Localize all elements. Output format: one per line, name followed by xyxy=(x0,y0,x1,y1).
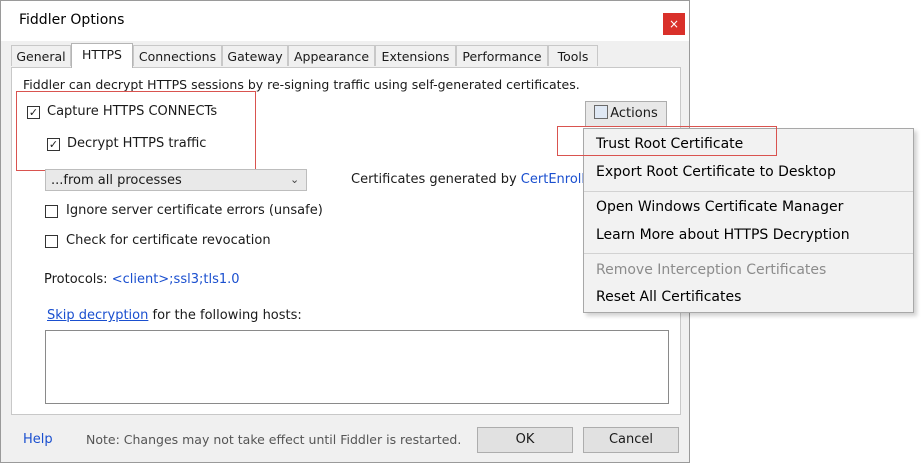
menu-item-export-root[interactable]: Export Root Certificate to Desktop xyxy=(596,164,836,180)
restart-note: Note: Changes may not take effect until … xyxy=(86,432,462,447)
process-filter-dropdown[interactable]: ...from all processes ⌄ xyxy=(45,169,307,191)
highlight-box-checkboxes xyxy=(16,91,256,171)
tab-performance[interactable]: Performance xyxy=(456,45,548,66)
certificate-icon xyxy=(594,105,609,119)
highlight-box-trust-root xyxy=(557,126,777,156)
menu-item-open-cert-manager[interactable]: Open Windows Certificate Manager xyxy=(596,199,843,215)
skip-hosts-textarea[interactable] xyxy=(45,330,669,404)
https-intro-text: Fiddler can decrypt HTTPS sessions by re… xyxy=(23,77,580,92)
help-link[interactable]: Help xyxy=(23,432,53,447)
tab-gateway[interactable]: Gateway xyxy=(222,45,288,66)
ok-button[interactable]: OK xyxy=(477,427,573,453)
menu-item-learn-more[interactable]: Learn More about HTTPS Decryption xyxy=(596,227,850,243)
tab-https[interactable]: HTTPS xyxy=(71,43,133,68)
tab-strip: General HTTPS Connections Gateway Appear… xyxy=(11,43,681,68)
menu-item-remove-interception: Remove Interception Certificates xyxy=(596,262,827,278)
actions-button[interactable]: Actions xyxy=(585,101,667,127)
chevron-down-icon: ⌄ xyxy=(290,173,300,186)
protocols-link[interactable]: <client>;ssl3;tls1.0 xyxy=(112,272,240,287)
process-filter-value: ...from all processes xyxy=(51,173,182,188)
ignore-cert-errors-checkbox[interactable] xyxy=(45,205,58,218)
protocols-label: Protocols: xyxy=(44,272,108,287)
cancel-button[interactable]: Cancel xyxy=(583,427,679,453)
tab-general[interactable]: General xyxy=(11,45,71,66)
tab-connections[interactable]: Connections xyxy=(133,45,222,66)
menu-separator xyxy=(584,253,913,254)
menu-item-reset-all[interactable]: Reset All Certificates xyxy=(596,289,741,305)
decrypt-https-checkbox[interactable]: ✓ xyxy=(47,138,60,151)
capture-https-checkbox[interactable]: ✓ xyxy=(27,106,40,119)
title-bar[interactable]: Fiddler Options × xyxy=(1,1,689,41)
tab-appearance[interactable]: Appearance xyxy=(288,45,375,66)
protocols-row: Protocols: <client>;ssl3;tls1.0 xyxy=(44,272,240,287)
ignore-cert-errors-label: Ignore server certificate errors (unsafe… xyxy=(66,203,323,218)
close-button[interactable]: × xyxy=(663,13,685,35)
decrypt-https-label: Decrypt HTTPS traffic xyxy=(67,136,207,151)
cert-generated-text: Certificates generated by CertEnroll e xyxy=(351,172,597,187)
actions-button-label: Actions xyxy=(610,106,658,121)
cert-generated-prefix: Certificates generated by xyxy=(351,172,517,187)
capture-https-label: Capture HTTPS CONNECTs xyxy=(47,104,218,119)
tab-tools[interactable]: Tools xyxy=(548,45,598,66)
tab-extensions[interactable]: Extensions xyxy=(375,45,456,66)
check-revocation-label: Check for certificate revocation xyxy=(66,233,271,248)
menu-separator xyxy=(584,191,913,192)
skip-decryption-suffix: for the following hosts: xyxy=(152,308,302,323)
check-revocation-checkbox[interactable] xyxy=(45,235,58,248)
window-title: Fiddler Options xyxy=(19,12,125,28)
skip-decryption-row: Skip decryption for the following hosts: xyxy=(47,308,302,323)
skip-decryption-link[interactable]: Skip decryption xyxy=(47,308,148,323)
